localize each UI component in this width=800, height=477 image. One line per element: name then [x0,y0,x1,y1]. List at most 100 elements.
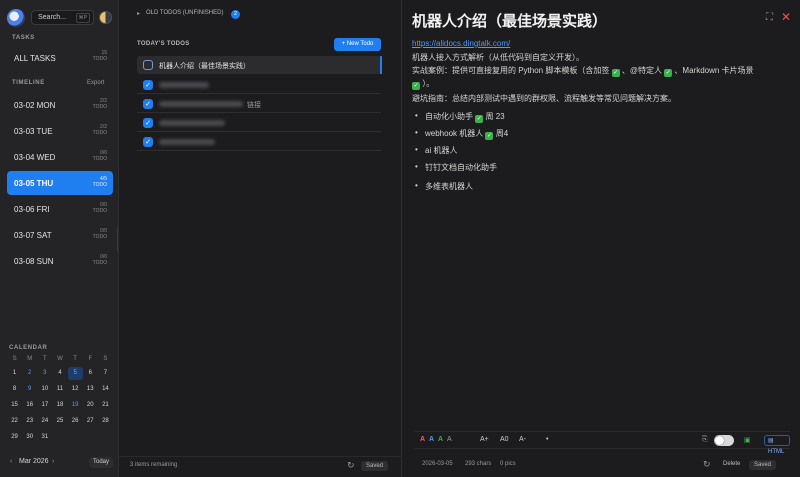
calendar-day[interactable]: 26 [68,415,83,428]
calendar-day[interactable]: 1 [7,367,22,380]
calendar-day[interactable]: 6 [83,367,98,380]
all-tasks-count: 15 TODO [93,50,107,62]
copy-icon[interactable]: ⎘ [702,436,708,444]
calendar-day[interactable]: 4 [52,367,67,380]
calendar-day[interactable]: 27 [83,415,98,428]
calendar-day[interactable]: 29 [7,431,22,444]
old-todos-toggle[interactable]: OLD TODOS (UNFINISHED) [146,10,223,16]
calendar-day[interactable]: 22 [7,415,22,428]
prev-month-button[interactable]: ‹ [10,458,12,465]
todo-row[interactable]: ✓ 链接 [137,95,381,113]
pic-count: 0 pics [500,461,516,467]
note-text: 实战案例：提供可直接复用的 Python 脚本模板（含加签 [412,66,610,75]
todo-checkbox-checked[interactable]: ✓ [143,99,153,109]
calendar-day[interactable]: 12 [68,383,83,396]
calendar-day[interactable]: 19 [68,399,83,412]
items-remaining: 3 items remaining [130,462,178,468]
calendar-day[interactable]: 23 [22,415,37,428]
new-todo-button[interactable]: + New Todo [334,38,381,51]
timeline-day-item[interactable]: 03-03 TUE 2/2 TODO [7,119,113,143]
calendar-day-selected[interactable]: 5 [67,367,83,380]
check-mark-icon: ✓ [485,132,494,140]
today-button[interactable]: Today [89,457,114,468]
timeline-day-item-active[interactable]: 03-05 THU 4/5 TODO [7,171,113,195]
image-icon[interactable]: ▣ [744,436,751,444]
count-unit: TODO [92,104,107,110]
calendar-day[interactable]: 8 [7,383,22,396]
refresh-icon[interactable]: ↻ [347,460,355,471]
note-line: 避坑指南：总结内部测试中遇到的群权限、流程触发等常见问题解决方案。 [412,94,676,103]
calendar-day[interactable]: 2 [22,367,37,380]
calendar-day[interactable]: 14 [98,383,113,396]
font-size-down-button[interactable]: A- [519,436,526,443]
todo-row[interactable]: ✓ [137,114,381,132]
text-color-red-button[interactable]: A [420,436,425,443]
calendar-day[interactable]: 11 [52,383,67,396]
timeline-day-item[interactable]: 03-02 MON 2/2 TODO [7,93,113,117]
calendar-day[interactable]: 31 [37,431,52,444]
count-unit: TODO [92,260,107,266]
bullet-list-button[interactable]: • [546,436,548,443]
doc-link[interactable]: https://alidocs.dingtalk.com/ [412,39,510,48]
font-size-reset-button[interactable]: A0 [500,436,509,443]
calendar-day[interactable]: 15 [7,399,22,412]
timeline-day-item[interactable]: 03-06 FRI 0/0 TODO [7,197,113,221]
calendar-grid: S M T W T F S 1 2 3 4 5 6 7 8 9 10 11 12 13 14 15 16 17 18 19 20 21… [7,355,113,444]
theme-toggle-icon[interactable] [99,11,112,24]
font-size-up-button[interactable]: A+ [480,436,489,443]
timeline-day-item[interactable]: 03-07 SAT 0/0 TODO [7,223,113,247]
todo-checkbox-checked[interactable]: ✓ [143,118,153,128]
preview-toggle[interactable] [714,435,734,446]
todo-text-redacted [159,139,215,145]
calendar-day[interactable]: 18 [52,399,67,412]
note-text: 、@特定人 [621,66,662,75]
calendar-day[interactable]: 28 [98,415,113,428]
refresh-icon[interactable]: ↻ [703,459,711,470]
todo-detail-panel: 机器人介绍（最佳场景实践） ⛶ ✕ https://alidocs.dingta… [402,0,800,477]
calendar-day[interactable]: 7 [98,367,113,380]
todo-checkbox[interactable] [143,60,153,70]
calendar-day[interactable]: 25 [52,415,67,428]
count-unit: TODO [92,156,107,162]
timeline-day-item[interactable]: 03-08 SUN 0/0 TODO [7,249,113,273]
todays-todos-heading: TODAY'S TODOS [137,41,190,47]
calendar-day[interactable]: 10 [37,383,52,396]
day-label: 03-04 WED [14,153,56,162]
calendar-weekday: W [57,356,63,362]
calendar-day[interactable]: 13 [83,383,98,396]
calendar-day[interactable]: 24 [37,415,52,428]
todo-checkbox-checked[interactable]: ✓ [143,137,153,147]
calendar-day[interactable]: 16 [22,399,37,412]
bullet-suffix: 周4 [495,129,509,138]
text-color-blue-button[interactable]: A [429,436,434,443]
export-button[interactable]: Export [87,80,104,86]
todo-row[interactable]: ✓ [137,133,381,151]
close-icon[interactable]: ✕ [781,10,791,24]
calendar-day[interactable]: 9 [22,383,37,396]
text-color-green-button[interactable]: A [438,436,443,443]
calendar-footer: ‹ Mar 2026 › Today [7,457,114,469]
day-count: 2/2 TODO [93,124,107,136]
detail-title[interactable]: 机器人介绍（最佳场景实践） [412,10,607,31]
calendar-weekday: M [27,356,33,362]
delete-button[interactable]: Delete [723,461,740,467]
todo-checkbox-checked[interactable]: ✓ [143,80,153,90]
text-color-gray-button[interactable]: A [447,436,452,443]
next-month-button[interactable]: › [52,458,54,465]
tasks-section-label: TASKS [12,35,35,41]
timeline-day-item[interactable]: 03-04 WED 0/0 TODO [7,145,113,169]
calendar-day[interactable]: 17 [37,399,52,412]
calendar-day[interactable]: 20 [83,399,98,412]
calendar-day[interactable]: 30 [22,431,37,444]
check-mark-icon: ✓ [611,69,620,77]
html-export-button[interactable]: ▤ HTML [764,435,790,455]
expand-triangle-icon[interactable]: ▸ [137,10,140,17]
calendar-day[interactable]: 3 [37,367,52,380]
expand-icon[interactable]: ⛶ [766,12,773,23]
search-input[interactable]: Search... ⌘P [31,10,94,25]
todo-text-suffix: 链接 [247,102,261,109]
todo-row[interactable]: ✓ [137,76,381,94]
todo-row[interactable]: 机器人介绍（最佳场景实践） [137,56,382,74]
all-tasks-item[interactable]: ALL TASKS 15 TODO [7,50,113,66]
calendar-day[interactable]: 21 [98,399,113,412]
